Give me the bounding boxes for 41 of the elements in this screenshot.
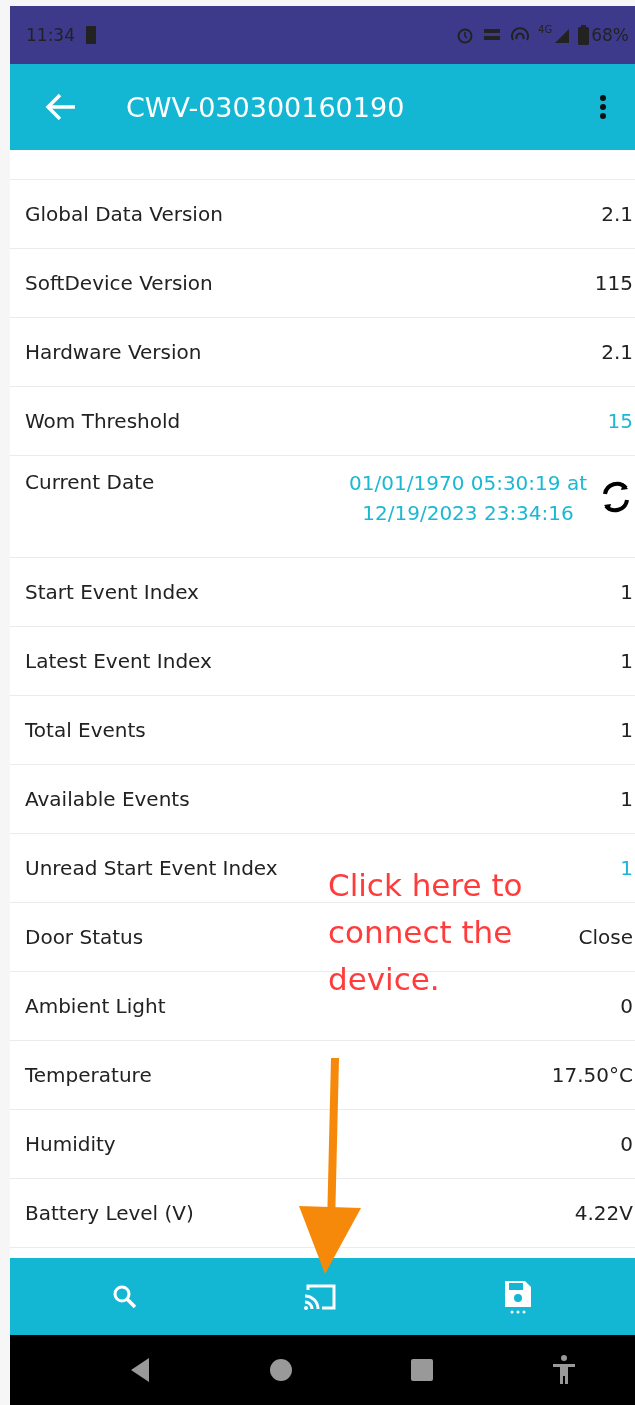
home-circle-icon[interactable] <box>268 1358 293 1382</box>
row-value: 2.1 <box>601 202 634 226</box>
status-time: 11:34 <box>26 25 75 45</box>
row-value: 1 <box>620 787 634 811</box>
more-icon[interactable] <box>599 94 607 120</box>
row-value: Close <box>578 925 634 949</box>
row-label: Battery Level (V) <box>25 1201 194 1225</box>
row-label: Available Events <box>25 787 190 811</box>
recents-square-icon[interactable] <box>410 1358 435 1382</box>
row-label: Humidity <box>25 1132 116 1156</box>
row-label: Current Date <box>25 470 155 494</box>
app-title: CWV-030300160190 <box>126 91 406 123</box>
row-label: Ambient Light <box>25 994 166 1018</box>
annotation-text: Click here to connect the device. <box>328 866 524 999</box>
row-label: Door Status <box>25 925 144 949</box>
row-value[interactable]: 1 <box>620 856 635 880</box>
row-value[interactable]: 15 <box>607 409 635 433</box>
network-type: 4G <box>538 24 553 35</box>
row-value: 0 <box>620 1132 634 1156</box>
row-value: 1 <box>620 649 634 673</box>
row-value: 2.1 <box>601 340 634 364</box>
row-value: 1 <box>620 580 634 604</box>
row-label: Global Data Version <box>25 202 223 226</box>
row-value: 115 <box>594 271 634 295</box>
battery-icon <box>578 25 590 45</box>
row-label: Unread Start Event Index <box>25 856 278 880</box>
row-label: Hardware Version <box>25 340 202 364</box>
row-value: 0 <box>620 994 634 1018</box>
row-label: Start Event Index <box>25 580 199 604</box>
row-label: SoftDevice Version <box>25 271 213 295</box>
row-value: 17.50°C <box>551 1063 634 1087</box>
alarm-icon <box>456 26 475 44</box>
accessibility-icon[interactable] <box>552 1355 577 1385</box>
row-label: Total Events <box>25 718 146 742</box>
row-label: Wom Threshold <box>25 409 181 433</box>
battery-percent: 68% <box>591 25 629 45</box>
row-value: 4.22V <box>574 1201 634 1225</box>
row-label: Latest Event Index <box>25 649 212 673</box>
row-value: 1 <box>620 718 634 742</box>
row-label: Temperature <box>25 1063 152 1087</box>
date-value[interactable]: 01/01/1970 05:30:19 at 12/19/2023 23:34:16 <box>349 468 587 528</box>
